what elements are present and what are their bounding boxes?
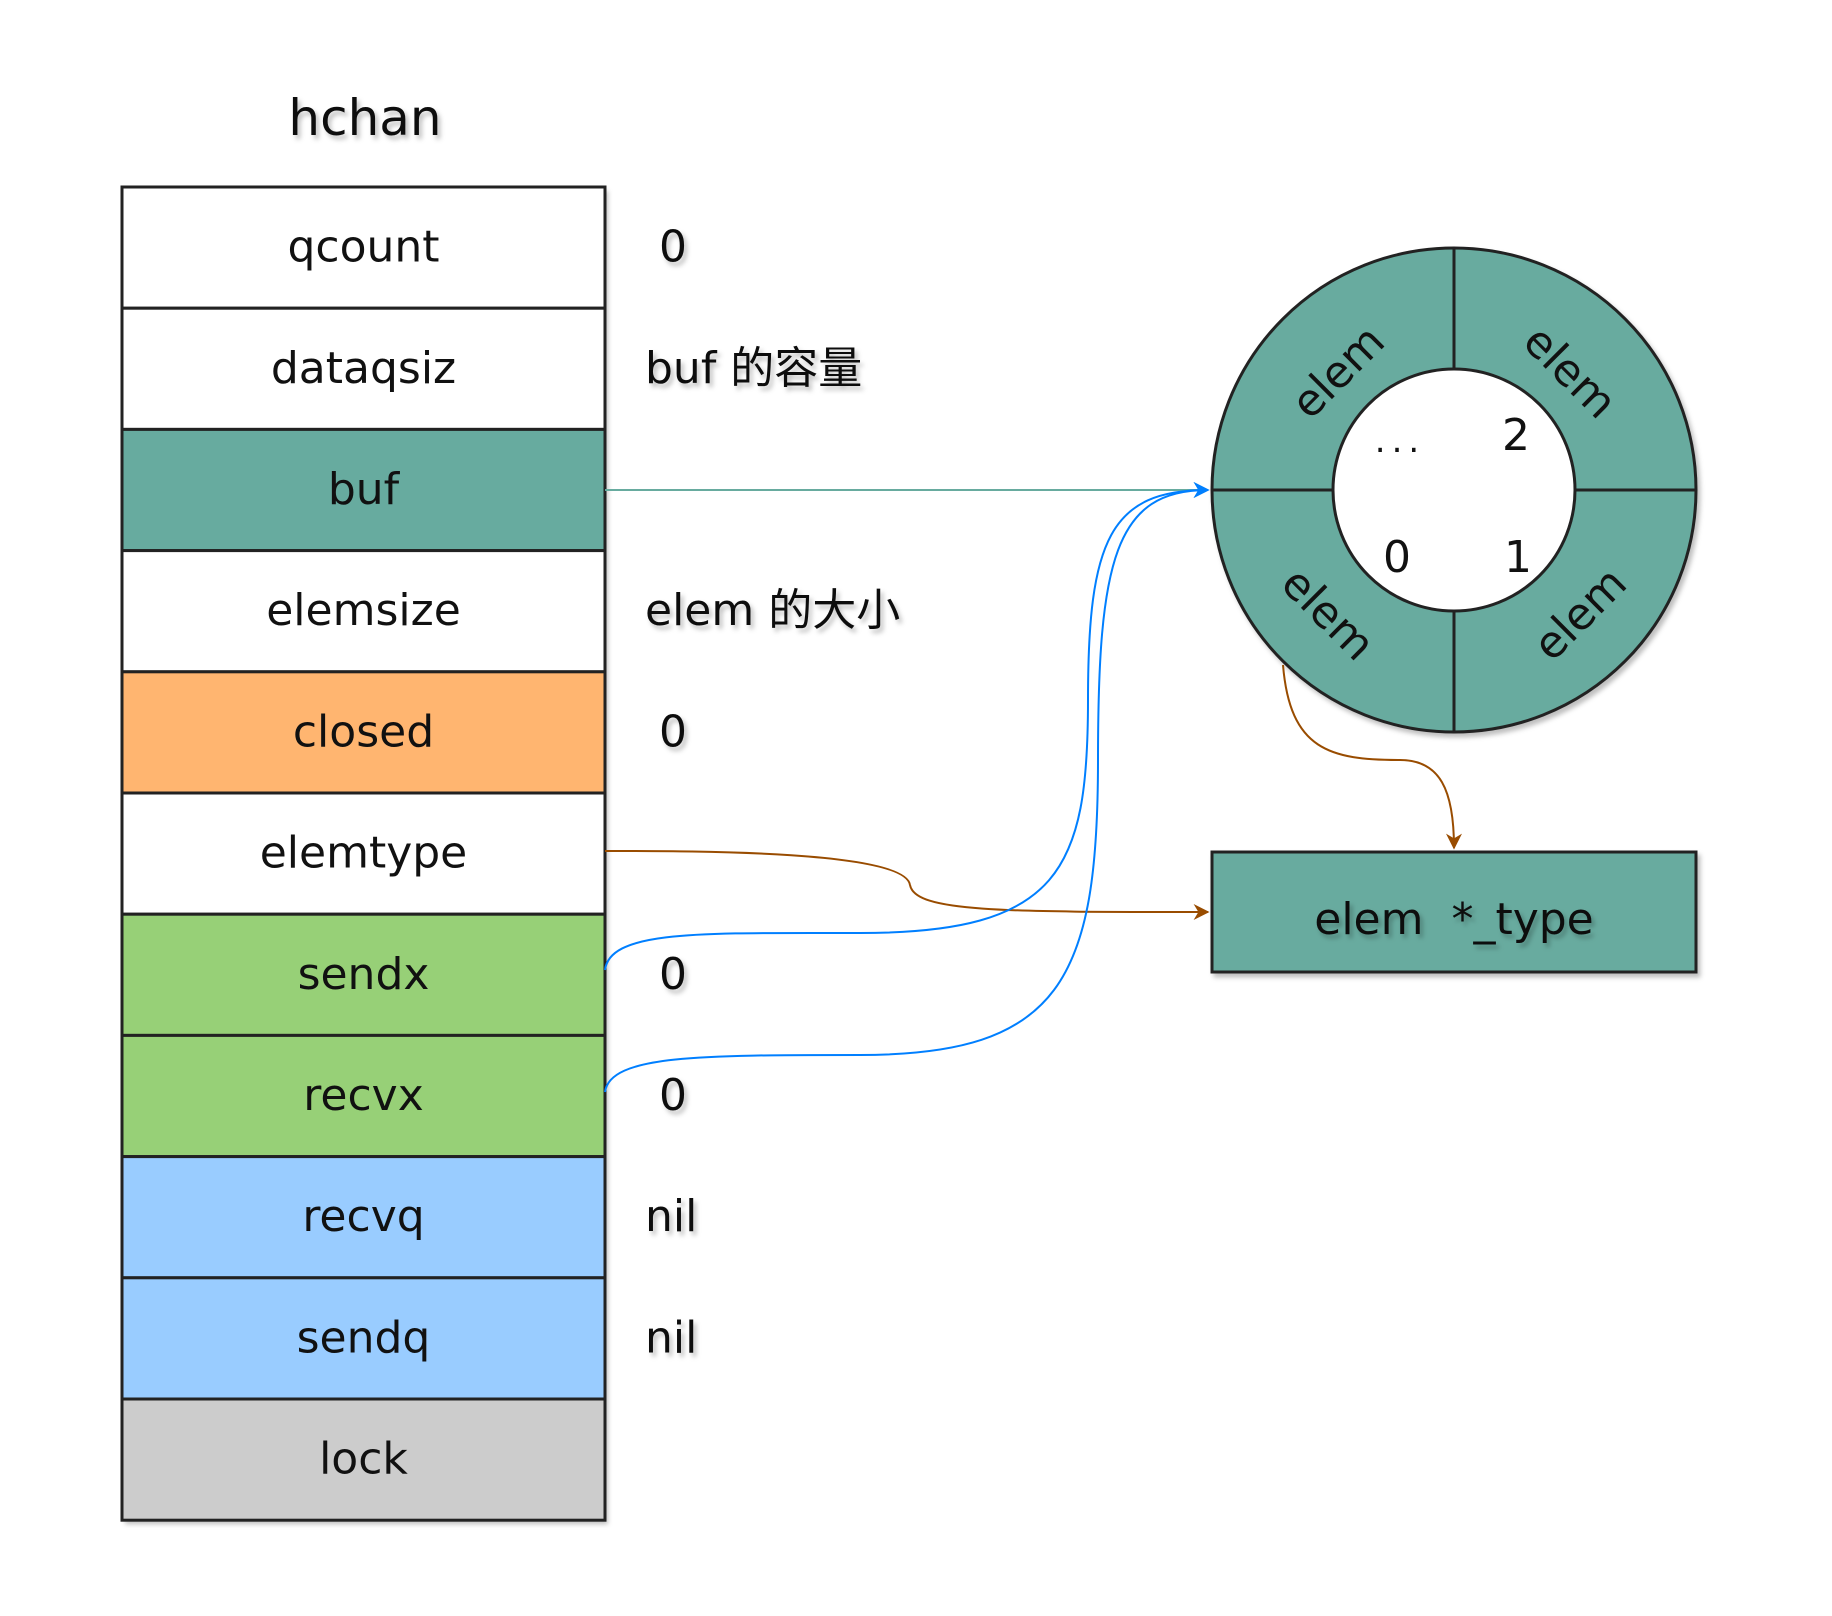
struct-field-value: buf 的容量 xyxy=(645,343,862,394)
struct-field-name: sendx xyxy=(298,949,430,1000)
ring-index-ellipsis: ... xyxy=(1375,421,1425,461)
struct-field-name: recvq xyxy=(302,1191,424,1242)
struct-field-value: nil xyxy=(645,1191,697,1242)
struct-field-name: buf xyxy=(328,464,401,515)
struct-field-name: closed xyxy=(293,706,434,757)
ring-index-1: 1 xyxy=(1504,532,1532,583)
recvx-index-arrow xyxy=(604,482,1210,1093)
struct-field-value: elem 的大小 xyxy=(645,585,900,636)
struct-title: hchan xyxy=(288,89,441,147)
type-box-label: elem *_type xyxy=(1314,894,1594,945)
struct-field-name: lock xyxy=(319,1434,408,1485)
struct-field-name: qcount xyxy=(287,222,439,273)
ring-inner xyxy=(1331,367,1577,613)
hchan-diagram: hchan qcount 0 dataqsiz buf 的容量 buf elemsize e… xyxy=(120,89,1698,1522)
struct-field-value: nil xyxy=(645,1312,697,1363)
struct-field-value: 0 xyxy=(659,1070,687,1121)
struct-field-name: elemtype xyxy=(260,828,468,879)
struct-field-name: sendq xyxy=(297,1312,431,1363)
elemtype-pointer-arrow xyxy=(604,850,1210,920)
struct-field-name: elemsize xyxy=(266,585,461,636)
struct-field-value: 0 xyxy=(659,222,687,273)
ring-index-2: 2 xyxy=(1502,410,1530,461)
struct-field-name: dataqsiz xyxy=(271,343,456,394)
ring-index-0: 0 xyxy=(1383,532,1411,583)
struct-fields: qcount 0 dataqsiz buf 的容量 buf elemsize elem 的大… xyxy=(120,185,900,1522)
ring-buffer: elem elem elem elem ... 2 0 1 xyxy=(1210,246,1698,734)
struct-field-value: 0 xyxy=(659,949,687,1000)
struct-field-name: recvx xyxy=(303,1070,423,1121)
sendx-index-arrow xyxy=(604,482,1210,971)
struct-field-value: 0 xyxy=(659,706,687,757)
